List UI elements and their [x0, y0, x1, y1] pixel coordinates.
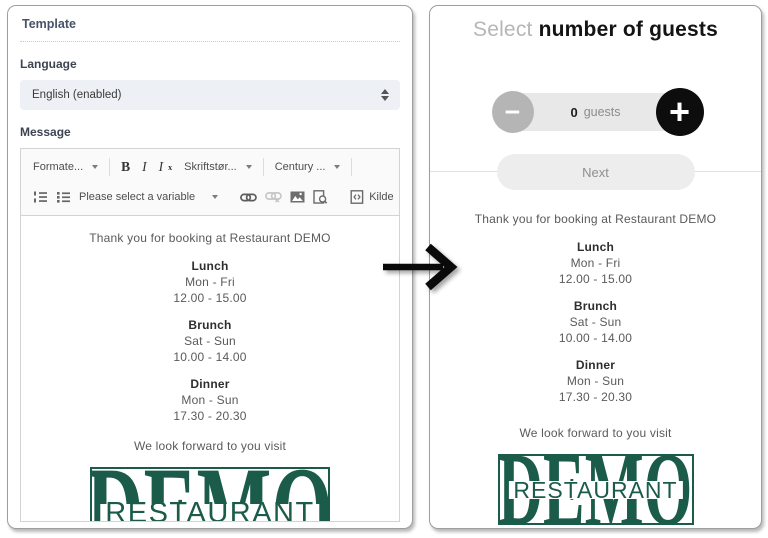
- section-name: Dinner: [575, 358, 616, 372]
- next-button[interactable]: Next: [496, 154, 695, 190]
- section-hours: 10.00 - 14.00: [558, 331, 633, 345]
- increase-guests-button[interactable]: +: [655, 88, 704, 136]
- section-days: Mon - Sun: [566, 374, 625, 388]
- bulleted-list-icon: [57, 192, 70, 203]
- minus-icon: −: [504, 96, 521, 127]
- font-size-dropdown[interactable]: Skriftstør...: [180, 159, 256, 175]
- select-updown-icon: [381, 89, 389, 101]
- next-row: Next: [430, 154, 761, 190]
- section-hours: 12.00 - 15.00: [173, 291, 247, 305]
- section-hours: 10.00 - 14.00: [173, 350, 247, 364]
- section-hours: 17.30 - 20.30: [173, 409, 247, 423]
- message-closing: We look forward to you visit: [519, 426, 672, 440]
- caret-down-icon: [212, 195, 219, 199]
- restaurant-demo-logo: DEMO RESTAURANT: [90, 467, 330, 521]
- section-days: Mon - Sun: [181, 393, 239, 407]
- guest-stepper-wrap: − 0 guests +: [444, 88, 747, 136]
- message-closing: We look forward to you visit: [133, 439, 287, 453]
- preview-title: Select number of guests: [444, 18, 747, 42]
- bulleted-list-button[interactable]: [52, 188, 75, 206]
- guest-unit-label: guests: [583, 105, 621, 119]
- unlink-icon: [265, 192, 283, 203]
- italic-button[interactable]: I: [138, 157, 151, 177]
- guest-count: 0: [570, 104, 578, 120]
- section-name: Lunch: [191, 259, 229, 273]
- language-label: Language: [20, 57, 77, 71]
- language-select-value: English (enabled): [32, 89, 122, 101]
- language-select[interactable]: English (enabled): [20, 80, 400, 110]
- section-hours: 17.30 - 20.30: [558, 390, 633, 404]
- logo-banner: RESTAURANT: [100, 498, 320, 521]
- section-name: Brunch: [188, 318, 232, 332]
- preview-icon: [313, 190, 328, 204]
- panel-title: Template: [20, 14, 400, 42]
- decrease-guests-button[interactable]: −: [491, 91, 534, 133]
- screenshot-stage: Template Language English (enabled) Mess…: [0, 0, 768, 538]
- message-label: Message: [20, 125, 71, 139]
- template-editor-panel: Template Language English (enabled) Mess…: [7, 5, 413, 529]
- toolbar-row-2: Please select a variable Kilde: [29, 182, 394, 212]
- section-days: Sat - Sun: [569, 315, 622, 329]
- link-icon: [240, 193, 258, 201]
- format-dropdown[interactable]: Formate...: [29, 159, 102, 175]
- section-days: Sat - Sun: [184, 334, 236, 348]
- toolbar-separator: [351, 158, 353, 176]
- section-name: Brunch: [573, 299, 618, 313]
- numbered-list-icon: [34, 191, 47, 203]
- plus-icon: +: [668, 91, 691, 132]
- font-name-dropdown[interactable]: Century ...: [271, 159, 345, 175]
- caret-down-icon: [334, 165, 341, 169]
- remove-format-button[interactable]: Ix: [155, 157, 177, 177]
- caret-down-icon: [245, 165, 252, 169]
- preview-title-bold: number of guests: [538, 18, 718, 41]
- message-greeting: Thank you for booking at Restaurant DEMO: [474, 212, 717, 226]
- source-button[interactable]: Kilde: [346, 188, 397, 206]
- numbered-list-button[interactable]: [29, 188, 52, 206]
- preview-title-light: Select: [472, 18, 533, 41]
- image-icon: [290, 191, 305, 203]
- section-name: Dinner: [190, 377, 230, 391]
- variable-dropdown[interactable]: Please select a variable: [75, 189, 222, 205]
- caret-down-icon: [92, 165, 99, 169]
- preview-message-body: Thank you for booking at Restaurant DEMO…: [444, 211, 747, 525]
- toolbar-row-1: Formate... B I Ix Skriftstør... Century …: [29, 152, 391, 182]
- section-days: Mon - Fri: [185, 275, 235, 289]
- image-button[interactable]: [286, 189, 309, 205]
- toolbar-separator: [109, 158, 111, 176]
- unlink-button[interactable]: [261, 189, 286, 205]
- message-editor-body[interactable]: Thank you for booking at Restaurant DEMO…: [20, 216, 400, 522]
- source-code-icon: [350, 190, 364, 204]
- link-button[interactable]: [236, 190, 261, 205]
- section-days: Mon - Fri: [570, 256, 621, 270]
- preview-button[interactable]: [309, 188, 332, 206]
- richtext-toolbar: Formate... B I Ix Skriftstør... Century …: [20, 148, 400, 216]
- restaurant-demo-logo: DEMO RESTAURANT: [497, 454, 694, 525]
- message-greeting: Thank you for booking at Restaurant DEMO: [89, 231, 331, 245]
- booking-preview-panel: Select number of guests − 0 guests + Nex…: [429, 5, 762, 529]
- section-hours: 12.00 - 15.00: [558, 272, 633, 286]
- toolbar-separator: [262, 158, 264, 176]
- bold-button[interactable]: B: [117, 157, 134, 177]
- logo-banner: RESTAURANT: [508, 478, 683, 501]
- section-name: Lunch: [577, 240, 614, 254]
- guest-stepper: − 0 guests +: [491, 88, 704, 136]
